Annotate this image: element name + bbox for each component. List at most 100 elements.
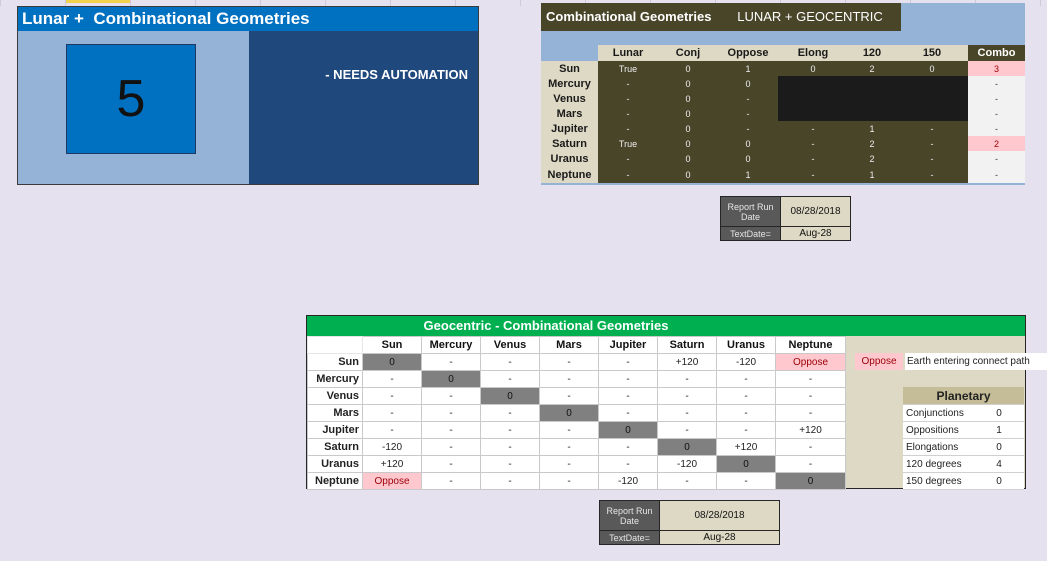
cell[interactable]: -120 xyxy=(598,472,658,490)
text-date-value[interactable]: Aug-28 xyxy=(780,226,851,241)
cell[interactable]: - xyxy=(896,136,968,151)
column-header-venus[interactable]: Venus xyxy=(480,336,540,354)
row-header-venus[interactable]: Venus xyxy=(541,91,598,106)
combo-cell[interactable]: - xyxy=(968,166,1025,183)
cell[interactable]: - xyxy=(598,370,658,388)
cell[interactable]: - xyxy=(896,166,968,183)
cell[interactable] xyxy=(896,106,968,121)
cell[interactable]: True xyxy=(598,136,658,151)
row-header-mars[interactable]: Mars xyxy=(307,404,363,422)
row-header-neptune[interactable]: Neptune xyxy=(541,166,598,183)
cell[interactable]: - xyxy=(598,353,658,371)
cell[interactable]: +120 xyxy=(657,353,717,371)
cell[interactable]: - xyxy=(480,472,540,490)
column-header-120[interactable]: 120 xyxy=(848,45,896,61)
cell[interactable]: 0 xyxy=(598,421,658,439)
cell[interactable]: - xyxy=(480,455,540,473)
cell[interactable]: - xyxy=(421,455,481,473)
cell[interactable]: 0 xyxy=(362,353,422,371)
combo-cell[interactable]: - xyxy=(968,91,1025,106)
cell[interactable]: - xyxy=(598,438,658,456)
cell[interactable]: - xyxy=(896,121,968,136)
cell[interactable]: -120 xyxy=(362,438,422,456)
cell[interactable]: - xyxy=(598,76,658,91)
row-header-mars[interactable]: Mars xyxy=(541,106,598,121)
cell[interactable]: True xyxy=(598,61,658,76)
cell[interactable]: - xyxy=(778,121,848,136)
cell[interactable]: - xyxy=(598,404,658,422)
cell[interactable]: 0 xyxy=(658,76,718,91)
cell[interactable]: 2 xyxy=(848,151,896,166)
row-header-saturn[interactable]: Saturn xyxy=(541,136,598,151)
cell[interactable]: - xyxy=(362,387,422,405)
cell[interactable]: - xyxy=(598,91,658,106)
cell[interactable]: 2 xyxy=(848,61,896,76)
cell[interactable]: - xyxy=(539,472,599,490)
cell[interactable]: - xyxy=(480,353,540,371)
cell[interactable]: 0 xyxy=(658,91,718,106)
cell[interactable]: - xyxy=(775,404,846,422)
cell[interactable] xyxy=(778,91,848,106)
cell[interactable]: - xyxy=(480,421,540,439)
cell[interactable]: 0 xyxy=(778,61,848,76)
cell[interactable]: - xyxy=(657,387,717,405)
lunar-count-box[interactable]: 5 xyxy=(66,44,196,154)
row-header-uranus[interactable]: Uranus xyxy=(307,455,363,473)
cell[interactable]: - xyxy=(778,151,848,166)
column-header-conj[interactable]: Conj xyxy=(658,45,718,61)
cell[interactable] xyxy=(778,76,848,91)
cell[interactable]: 0 xyxy=(718,76,778,91)
row-header-jupiter[interactable]: Jupiter xyxy=(541,121,598,136)
cell[interactable]: 0 xyxy=(658,166,718,183)
cell[interactable]: 1 xyxy=(848,166,896,183)
column-header-jupiter[interactable]: Jupiter xyxy=(598,336,658,354)
cell[interactable]: - xyxy=(775,370,846,388)
row-header-venus[interactable]: Venus xyxy=(307,387,363,405)
cell[interactable]: 0 xyxy=(658,106,718,121)
cell[interactable]: - xyxy=(716,472,776,490)
cell[interactable]: - xyxy=(718,121,778,136)
lunar-geocentric-title-right[interactable]: LUNAR + GEOCENTRIC xyxy=(721,3,899,31)
cell[interactable]: - xyxy=(421,404,481,422)
column-header-lunar[interactable]: Lunar xyxy=(598,45,658,61)
summary-value[interactable]: 1 xyxy=(974,421,1024,439)
cell[interactable]: - xyxy=(598,387,658,405)
row-header-mercury[interactable]: Mercury xyxy=(307,370,363,388)
combo-cell[interactable]: 3 xyxy=(968,61,1025,76)
lunar-panel-title[interactable]: Lunar + Combinational Geometries xyxy=(18,7,478,31)
cell[interactable]: - xyxy=(716,387,776,405)
cell[interactable]: - xyxy=(598,106,658,121)
combo-cell[interactable]: - xyxy=(968,106,1025,121)
automation-note[interactable]: - NEEDS AUTOMATION xyxy=(325,67,468,82)
column-header-uranus[interactable]: Uranus xyxy=(716,336,776,354)
report-run-date[interactable]: 08/28/2018 xyxy=(780,196,851,227)
row-header-sun[interactable]: Sun xyxy=(307,353,363,371)
summary-value[interactable]: 4 xyxy=(974,455,1024,473)
cell[interactable]: 0 xyxy=(539,404,599,422)
row-header-saturn[interactable]: Saturn xyxy=(307,438,363,456)
cell[interactable]: +120 xyxy=(775,421,846,439)
cell[interactable]: - xyxy=(657,421,717,439)
report-run-date[interactable]: 08/28/2018 xyxy=(659,500,780,531)
summary-value[interactable]: 0 xyxy=(974,404,1024,422)
cell[interactable]: - xyxy=(362,370,422,388)
cell[interactable]: - xyxy=(778,136,848,151)
cell[interactable]: -120 xyxy=(657,455,717,473)
column-header-sun[interactable]: Sun xyxy=(362,336,422,354)
summary-value[interactable]: 0 xyxy=(974,438,1024,456)
oppose-note[interactable]: Earth entering connect path xyxy=(905,353,1047,370)
cell[interactable]: - xyxy=(362,404,422,422)
column-header-oppose[interactable]: Oppose xyxy=(718,45,778,61)
planetary-header[interactable]: Planetary xyxy=(903,387,1024,405)
combo-cell[interactable]: 2 xyxy=(968,136,1025,151)
cell[interactable]: - xyxy=(657,404,717,422)
cell[interactable]: - xyxy=(539,353,599,371)
cell[interactable]: +120 xyxy=(362,455,422,473)
cell[interactable]: 0 xyxy=(658,121,718,136)
cell[interactable]: - xyxy=(716,421,776,439)
cell[interactable]: 0 xyxy=(658,151,718,166)
cell[interactable]: Oppose xyxy=(775,353,846,371)
cell[interactable]: - xyxy=(775,455,846,473)
cell[interactable]: - xyxy=(598,166,658,183)
cell[interactable]: Oppose xyxy=(362,472,422,490)
